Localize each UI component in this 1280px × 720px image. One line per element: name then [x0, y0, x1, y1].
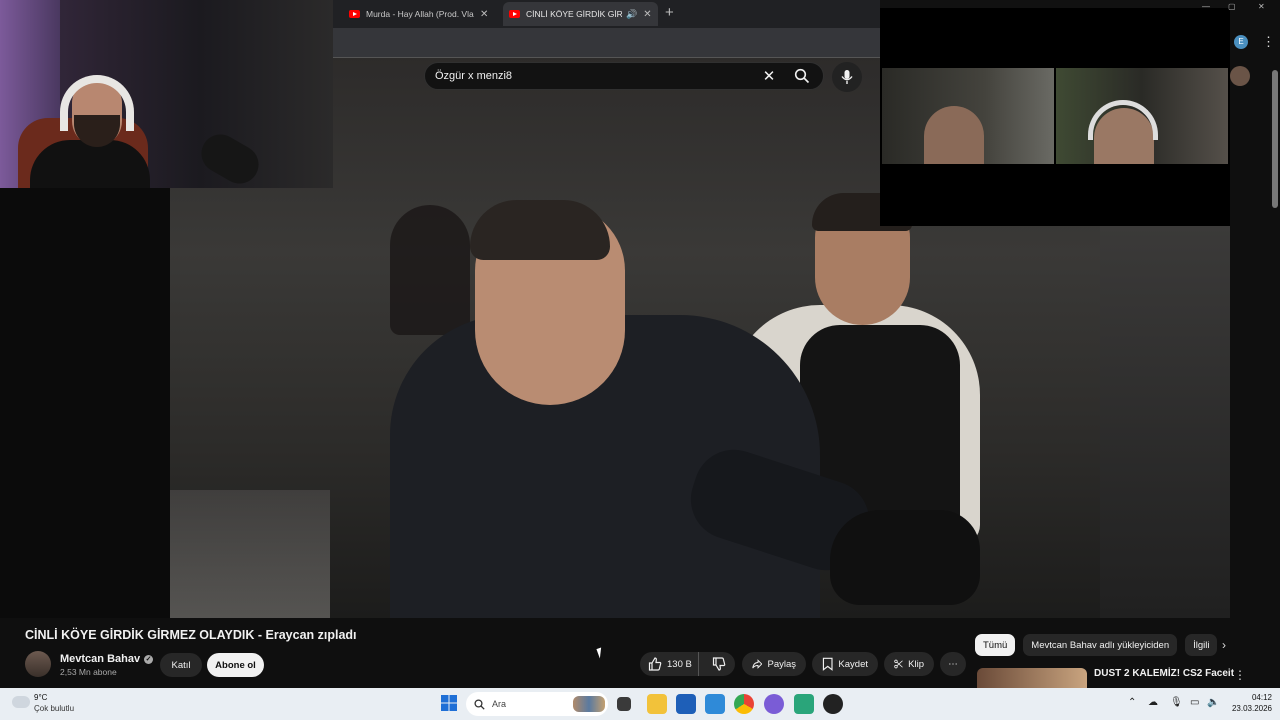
chevron-right-icon[interactable]: › [1222, 638, 1226, 652]
thumbs-down-icon [713, 657, 726, 671]
volume-icon[interactable]: 🔈 [1207, 697, 1219, 708]
like-button[interactable]: 130 B [640, 652, 699, 676]
search-button[interactable] [781, 62, 823, 90]
browser-window: Murda - Hay Allah (Prod. Vlado ✕ CİNLİ K… [333, 0, 880, 58]
tab-murda[interactable]: Murda - Hay Allah (Prod. Vlado ✕ [343, 2, 503, 26]
verified-icon: ✓ [144, 654, 154, 664]
bookmark-icon [822, 657, 833, 671]
video-left-shadow [0, 188, 170, 618]
weather-description[interactable]: Çok bulutlu [34, 704, 74, 713]
new-tab-button[interactable]: + [665, 4, 674, 21]
clip-button[interactable]: Klip [884, 652, 934, 676]
chip-from-uploader[interactable]: Mevtcan Bahav adlı yükleyiciden [1023, 634, 1178, 656]
browser-toolbar [333, 28, 880, 58]
more-actions-button[interactable]: ⋯ [940, 652, 966, 676]
share-icon [752, 659, 763, 669]
cloud-icon[interactable] [12, 696, 30, 708]
maximize-icon[interactable]: ▢ [1228, 2, 1236, 11]
close-window-icon[interactable]: ✕ [1258, 2, 1265, 11]
file-explorer-icon[interactable] [647, 694, 667, 714]
browser-menu-icon[interactable]: ⋮ [1262, 34, 1275, 50]
recommendation-menu-icon[interactable]: ⋮ [1234, 668, 1246, 682]
chip-all[interactable]: Tümü [975, 634, 1016, 656]
screen: Murda - Hay Allah (Prod. Vlado ✕ CİNLİ K… [0, 0, 1280, 720]
video-call-window [880, 8, 1230, 226]
webcam-overlay [0, 0, 333, 188]
channel-avatar[interactable] [25, 651, 51, 677]
thumbs-up-icon [648, 657, 662, 671]
recommendation-title[interactable]: DUST 2 KALEMİZ! CS2 Faceit [1094, 668, 1234, 679]
dislike-button[interactable] [704, 657, 735, 671]
recommendation-chips: Tümü Mevtcan Bahav adlı yükleyiciden İlg… [975, 634, 1218, 656]
taskbar-search-placeholder: Ara [492, 699, 507, 709]
clear-search-icon[interactable]: ✕ [757, 67, 781, 85]
video-floor [170, 490, 330, 618]
scissors-icon [894, 659, 903, 669]
video-info-bar: CİNLİ KÖYE GİRDİK GİRMEZ OLAYDIK - Erayc… [0, 618, 1280, 688]
chip-related[interactable]: İlgili [1185, 634, 1218, 656]
join-button[interactable]: Katıl [160, 653, 202, 677]
subscribe-button[interactable]: Abone ol [207, 653, 264, 677]
microphone [194, 127, 266, 188]
discord-icon[interactable] [764, 694, 784, 714]
video-title: CİNLİ KÖYE GİRDİK GİRMEZ OLAYDIK - Erayc… [25, 628, 357, 642]
share-label: Paylaş [767, 658, 796, 670]
search-highlight-image [573, 696, 605, 712]
profile-avatar[interactable]: E [1234, 35, 1248, 49]
clip-label: Klip [908, 658, 924, 670]
clock-date: 23.03.2026 [1231, 704, 1272, 713]
scrollbar[interactable] [1272, 70, 1278, 208]
like-count: 130 B [667, 658, 692, 670]
network-icon[interactable]: ▭ [1190, 697, 1199, 708]
recommendation-thumbnail[interactable] [977, 668, 1087, 688]
tab-strip: Murda - Hay Allah (Prod. Vlado ✕ CİNLİ K… [333, 0, 880, 28]
microphone-icon [841, 70, 853, 84]
cloud-sync-icon[interactable]: ☁ [1148, 697, 1158, 708]
youtube-account-avatar[interactable] [1230, 66, 1250, 86]
more-horizontal-icon: ⋯ [948, 658, 958, 670]
close-tab-icon[interactable]: ✕ [480, 9, 488, 20]
weather-temperature[interactable]: 9°C [34, 693, 47, 702]
search-icon [794, 68, 810, 84]
system-clock[interactable]: 04:12 23.03.2026 [1226, 693, 1272, 713]
channel-name[interactable]: Mevtcan Bahav ✓ [60, 653, 154, 665]
save-label: Kaydet [838, 658, 868, 670]
close-tab-icon[interactable]: ✕ [643, 9, 651, 20]
search-input[interactable]: Özgür x menzi8 [425, 70, 757, 82]
taskbar-search[interactable]: Ara [466, 692, 608, 716]
search-bar[interactable]: Özgür x menzi8 ✕ [424, 62, 824, 90]
outlook-icon[interactable] [705, 694, 725, 714]
share-button[interactable]: Paylaş [742, 652, 806, 676]
store-icon[interactable] [676, 694, 696, 714]
speaker-icon[interactable]: 🔊 [626, 9, 637, 20]
youtube-favicon-icon [349, 10, 360, 18]
chrome-icon[interactable] [734, 694, 754, 714]
like-dislike-group: 130 B [640, 652, 735, 676]
channel-name-text: Mevtcan Bahav [60, 653, 141, 665]
call-participant-tile [1056, 68, 1228, 164]
windows-start-icon[interactable] [440, 694, 460, 714]
search-icon [474, 698, 485, 710]
chevron-up-icon[interactable]: ⌃ [1128, 697, 1136, 708]
task-view-icon[interactable] [617, 697, 631, 711]
youtube-favicon-icon [509, 10, 520, 18]
call-participant-tile [882, 68, 1054, 164]
voice-search-button[interactable] [832, 62, 862, 92]
tab-cinli-koye[interactable]: CİNLİ KÖYE GİRDİK GİRMEZ 🔊 ✕ [503, 2, 658, 26]
video-person-jacket [390, 200, 880, 618]
app-icon[interactable] [823, 694, 843, 714]
taskbar: 9°C Çok bulutlu Ara ⌃ ☁ 🎙 ▭ 🔈 04:12 23.0… [0, 688, 1280, 720]
save-button[interactable]: Kaydet [812, 652, 878, 676]
microphone-tray-icon[interactable]: 🎙 [1170, 697, 1183, 708]
tab-title: CİNLİ KÖYE GİRDİK GİRMEZ [526, 9, 622, 19]
subscriber-count: 2,53 Mn abone [60, 667, 117, 677]
clock-time: 04:12 [1251, 693, 1272, 702]
video-glove [830, 510, 980, 605]
minimize-icon[interactable]: — [1202, 2, 1210, 11]
tab-title: Murda - Hay Allah (Prod. Vlado [366, 9, 474, 19]
notepad-icon[interactable] [794, 694, 814, 714]
